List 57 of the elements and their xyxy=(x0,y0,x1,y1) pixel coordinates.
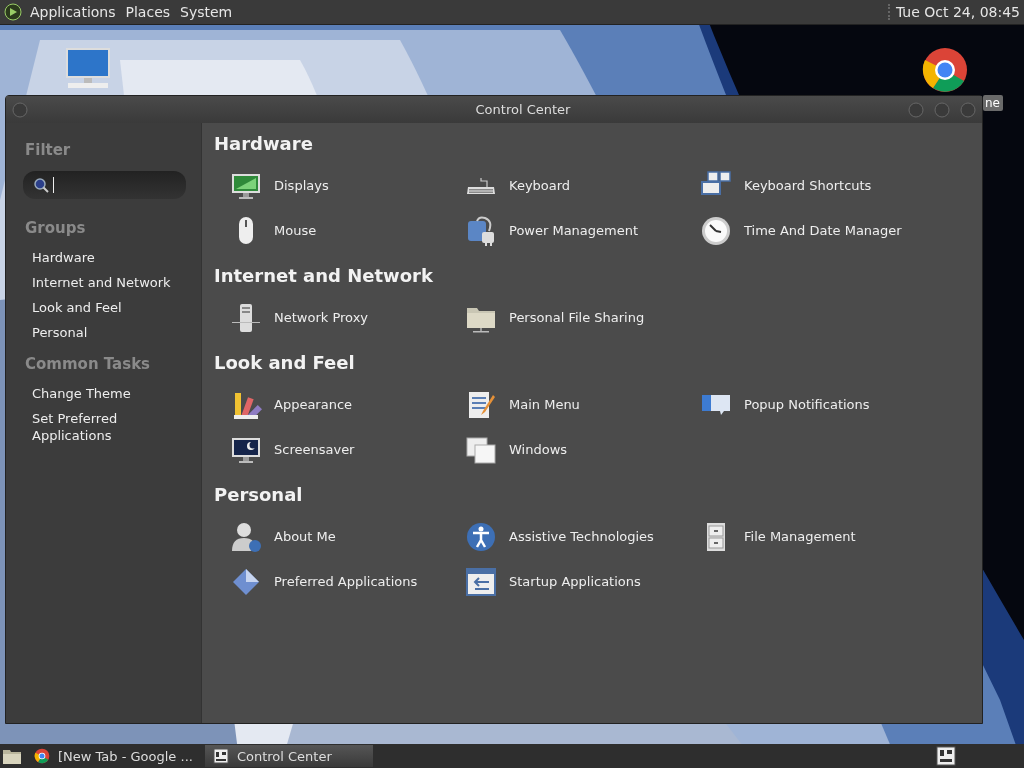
section-heading: Personal xyxy=(214,484,304,506)
person-icon xyxy=(230,520,262,553)
panel-menu[interactable]: Places xyxy=(125,4,171,20)
sidebar-heading: Common Tasks xyxy=(25,355,152,373)
applet-link[interactable]: Network Proxy xyxy=(274,310,369,325)
panel-menu[interactable]: System xyxy=(180,4,233,20)
applet-link[interactable]: Appearance xyxy=(274,397,353,412)
server-icon xyxy=(230,301,262,334)
close-button[interactable] xyxy=(960,101,976,118)
panel-menu[interactable]: Applications xyxy=(30,4,116,20)
maximize-button[interactable] xyxy=(934,101,950,118)
accessibility-icon xyxy=(465,520,497,553)
taskbar-button[interactable]: [New Tab - Google ... xyxy=(26,745,201,767)
window-menu-button[interactable] xyxy=(12,101,28,118)
applet-link[interactable]: Mouse xyxy=(274,223,317,238)
applet-link[interactable]: Assistive Technologies xyxy=(509,529,654,544)
browser-icon xyxy=(34,748,50,764)
applet-link[interactable]: Keyboard xyxy=(509,178,571,193)
sidebar-link[interactable]: Look and Feel xyxy=(32,299,172,316)
window-title: Control Center xyxy=(474,102,572,117)
desktop-icon-label[interactable]: ne xyxy=(983,95,1003,111)
control-panel-icon xyxy=(212,748,229,764)
sidebar-heading: Groups xyxy=(25,219,87,237)
applet-link[interactable]: File Management xyxy=(744,529,856,544)
applet-link[interactable]: Screensaver xyxy=(274,442,355,457)
sidebar-link[interactable]: Internet and Network xyxy=(32,274,172,291)
minimize-button[interactable] xyxy=(908,101,924,118)
browser-icon xyxy=(921,46,969,94)
clock[interactable]: Tue Oct 24, 08:45 xyxy=(887,4,1020,20)
applet-link[interactable]: Windows xyxy=(509,442,568,457)
control-panel-tray-icon[interactable] xyxy=(936,746,956,766)
applet-link[interactable]: Popup Notifications xyxy=(744,397,870,412)
applet-link[interactable]: Personal File Sharing xyxy=(509,310,645,325)
distro-logo-icon[interactable] xyxy=(4,3,22,21)
applet-link[interactable]: About Me xyxy=(274,529,336,544)
section-heading: Look and Feel xyxy=(214,352,356,374)
applet-link[interactable]: Keyboard Shortcuts xyxy=(744,178,872,193)
section-heading: Hardware xyxy=(214,133,314,155)
taskbar-button[interactable]: Control Center xyxy=(204,745,373,767)
power-plug-icon xyxy=(465,214,497,247)
text-cursor xyxy=(53,177,54,193)
clock-icon xyxy=(700,214,732,247)
applet-link[interactable]: Displays xyxy=(274,178,329,193)
sidebar-link[interactable]: Hardware xyxy=(32,249,172,266)
applet-link[interactable]: Preferred Applications xyxy=(274,574,418,589)
applet-link[interactable]: Main Menu xyxy=(509,397,580,412)
applet-link[interactable]: Startup Applications xyxy=(509,574,641,589)
sidebar-link[interactable]: Personal xyxy=(32,324,172,341)
sidebar-heading: Filter xyxy=(25,141,72,159)
section-heading: Internet and Network xyxy=(214,265,434,287)
sidebar-link[interactable]: Change Theme xyxy=(32,385,172,402)
applet-link[interactable]: Time And Date Manager xyxy=(744,223,902,238)
sidebar-link[interactable]: Set Preferred Applications xyxy=(32,410,172,444)
search-icon xyxy=(33,177,49,193)
search-field[interactable] xyxy=(23,171,186,199)
applet-link[interactable]: Power Management xyxy=(509,223,639,238)
show-desktop-icon[interactable] xyxy=(2,747,22,765)
